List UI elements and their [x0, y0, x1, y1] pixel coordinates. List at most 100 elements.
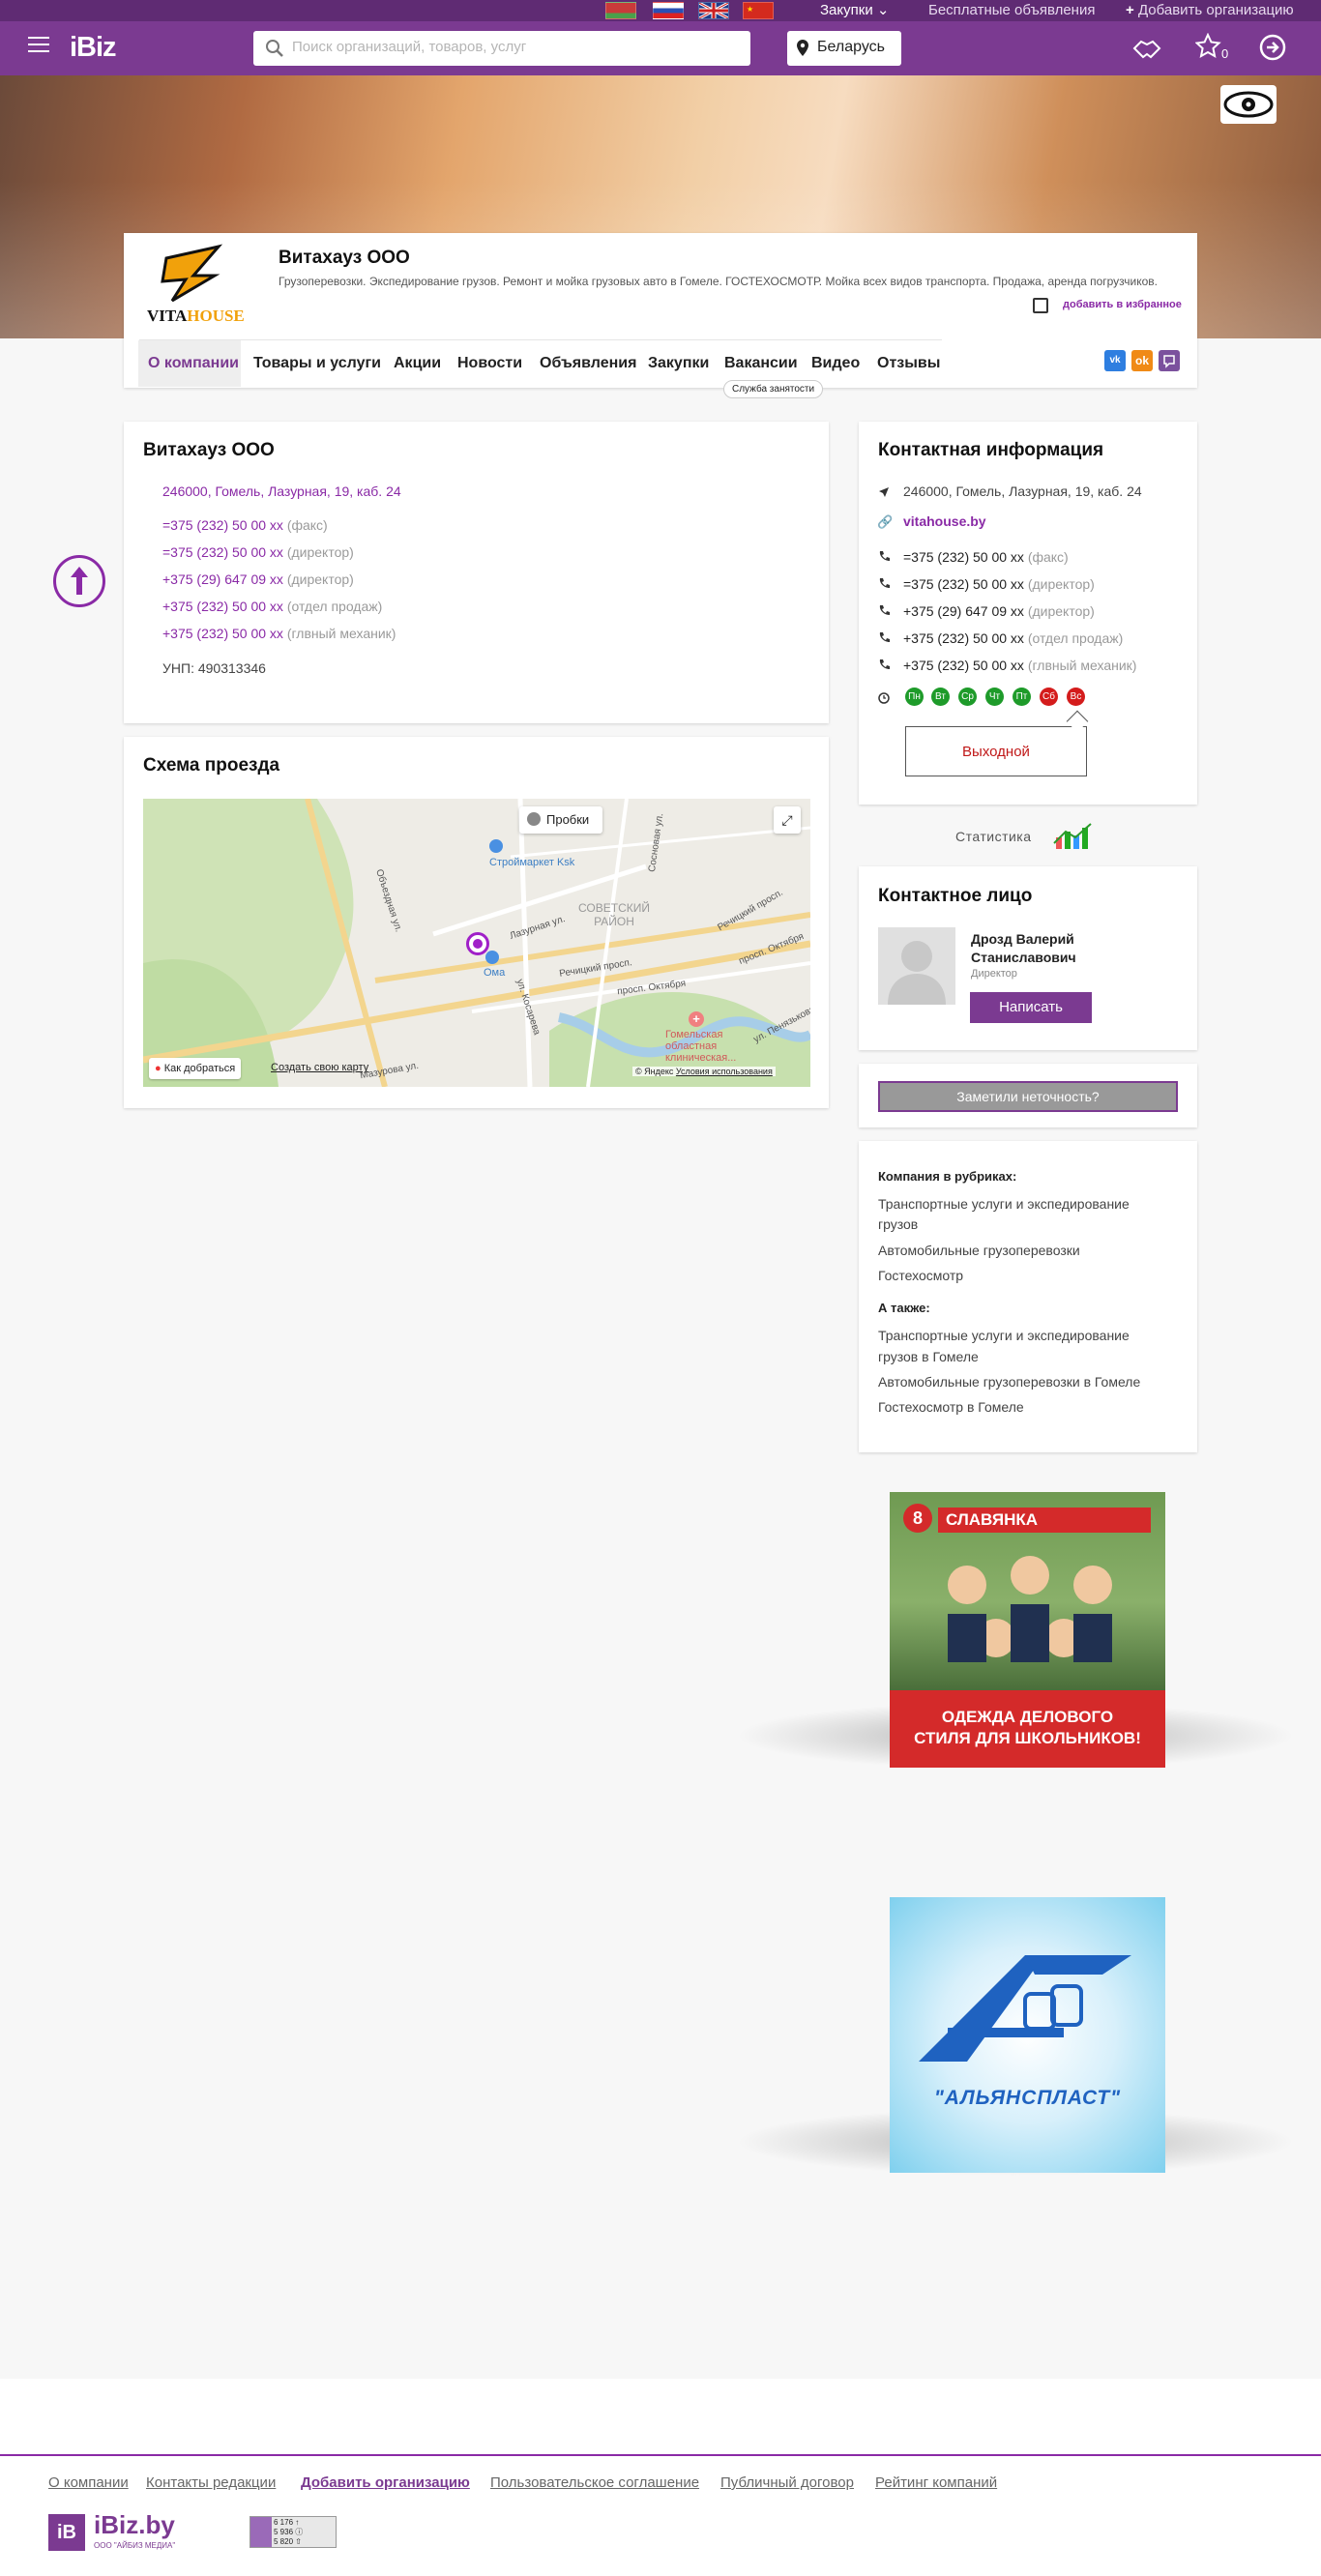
avatar — [878, 927, 955, 1005]
phone-note: (отдел продаж) — [1027, 630, 1124, 646]
phone-note: (глвный механик) — [1027, 658, 1137, 673]
scroll-up-button[interactable] — [53, 555, 105, 607]
free-ads-link[interactable]: Бесплатные объявления — [928, 2, 1095, 19]
counter-line: 5 820 ⇧ — [274, 2537, 302, 2546]
contact-person-position: Директор — [971, 968, 1017, 980]
footer-link-add-org[interactable]: Добавить организацию — [301, 2474, 470, 2491]
phone-icon — [878, 658, 890, 675]
write-button[interactable]: Написать — [970, 992, 1092, 1023]
footer-link-contacts[interactable]: Контакты редакции — [146, 2474, 276, 2491]
vk-icon[interactable]: vk — [1104, 350, 1126, 371]
phone-note: (директор) — [286, 571, 354, 587]
company-location-marker[interactable] — [466, 932, 489, 955]
arrow-up-icon — [71, 567, 88, 595]
rubric-link[interactable]: Транспортные услуги и экспедирование — [878, 1196, 1130, 1212]
map-title: Схема проезда — [143, 755, 280, 776]
also-heading: А также: — [878, 1301, 930, 1315]
traffic-button[interactable]: Пробки — [519, 806, 602, 834]
phone-icon — [878, 576, 890, 594]
create-map-link[interactable]: Создать свою карту — [271, 1062, 368, 1073]
favorites-star-icon[interactable] — [1194, 32, 1224, 67]
day-thu: Чт — [985, 688, 1004, 706]
fullscreen-icon[interactable]: ⤢ — [774, 806, 801, 834]
location-pin-icon — [797, 40, 808, 62]
visit-counter[interactable]: 6 176 ↑ 5 936 ⓘ 5 820 ⇧ — [250, 2516, 337, 2548]
also-link[interactable]: грузов в Гомеле — [878, 1349, 979, 1364]
map-terms-link[interactable]: Условия использования — [676, 1067, 773, 1076]
yandex-copyright: © Яндекс — [635, 1067, 674, 1076]
tab-news[interactable]: Новости — [457, 340, 522, 387]
employment-service-tooltip: Служба занятости — [723, 380, 824, 398]
also-link[interactable]: Автомобильные грузоперевозки в Гомеле — [878, 1374, 1140, 1390]
footer-link-rating[interactable]: Рейтинг компаний — [875, 2474, 997, 2491]
phone-note: (факс) — [1027, 549, 1069, 565]
about-phone-sales: +375 (232) 50 00 xx (отдел продаж) — [162, 599, 382, 614]
add-org-top-link[interactable]: + Добавить организацию — [1126, 2, 1294, 19]
footer-logo-sub: ООО "АЙБИЗ МЕДИА" — [94, 2541, 176, 2550]
traffic-light-icon — [527, 812, 541, 826]
footer-link-contract[interactable]: Публичный договор — [720, 2474, 854, 2491]
tab-products[interactable]: Товары и услуги — [253, 340, 381, 387]
view-eye-icon[interactable] — [1220, 85, 1277, 124]
about-phone-mechanic: +375 (232) 50 00 xx (глвный механик) — [162, 626, 396, 641]
viber-icon[interactable] — [1159, 350, 1180, 371]
phone-number[interactable]: +375 (29) 647 09 xx — [162, 571, 283, 587]
hospital-line: областная — [665, 1040, 718, 1052]
phone-icon — [878, 603, 890, 621]
add-to-favorites-label[interactable]: добавить в избранное — [1063, 299, 1182, 310]
purchases-dropdown[interactable]: Закупки ⌄ — [820, 2, 889, 19]
phone-number[interactable]: =375 (232) 50 00 xx — [903, 549, 1024, 565]
about-address[interactable]: 246000, Гомель, Лазурная, 19, каб. 24 — [162, 483, 401, 499]
ad-brand: СЛАВЯНКА — [938, 1508, 1151, 1533]
ad-alliansplast-banner[interactable]: "АЛЬЯНСПЛАСТ" — [890, 1897, 1165, 2173]
footer-link-about[interactable]: О компании — [48, 2474, 129, 2491]
statistics-link[interactable]: Статистика — [955, 829, 1032, 844]
flag-russia-icon[interactable] — [653, 2, 684, 19]
phone-number[interactable]: +375 (232) 50 00 xx — [162, 599, 283, 614]
footer-logo-box[interactable]: iB — [48, 2514, 85, 2551]
phone-number[interactable]: +375 (232) 50 00 xx — [903, 630, 1024, 646]
odnoklassniki-icon[interactable]: ok — [1131, 350, 1153, 371]
contact-info-title: Контактная информация — [878, 440, 1104, 460]
tab-video[interactable]: Видео — [811, 340, 860, 387]
phone-number[interactable]: +375 (232) 50 00 xx — [162, 626, 283, 641]
tab-ads[interactable]: Объявления — [540, 340, 636, 387]
site-logo[interactable]: iBiz — [70, 32, 117, 64]
also-link[interactable]: Транспортные услуги и экспедирование — [878, 1328, 1130, 1343]
phone-number[interactable]: =375 (232) 50 00 xx — [162, 517, 283, 533]
phone-number[interactable]: =375 (232) 50 00 xx — [903, 576, 1024, 592]
ad-slavyanka-banner[interactable]: 8 СЛАВЯНКА ОДЕЖДА ДЕЛОВОГО СТИЛЯ ДЛЯ ШКОЛ… — [890, 1492, 1165, 1768]
handshake-icon[interactable] — [1131, 35, 1162, 67]
unp-number: УНП: 490313346 — [162, 660, 266, 676]
day-sun: Вс — [1067, 688, 1085, 706]
phone-note: (факс) — [286, 517, 328, 533]
route-button[interactable]: ● Как добраться — [149, 1058, 242, 1079]
favorite-checkbox[interactable] — [1033, 298, 1048, 313]
footer-link-agreement[interactable]: Пользовательское соглашение — [490, 2474, 699, 2491]
logo-text-vita: VITA — [147, 307, 188, 325]
rubric-link[interactable]: Автомобильные грузоперевозки — [878, 1243, 1080, 1258]
phone-number[interactable]: +375 (232) 50 00 xx — [903, 658, 1024, 673]
login-icon[interactable] — [1259, 34, 1286, 66]
map-label-district: СОВЕТСКИЙ РАЙОН — [578, 901, 650, 928]
rubric-link[interactable]: грузов — [878, 1216, 918, 1232]
website-link[interactable]: vitahouse.by — [903, 513, 986, 529]
tab-about[interactable]: О компании — [148, 340, 239, 387]
report-inaccuracy-button[interactable]: Заметили неточность? — [878, 1081, 1178, 1112]
flag-uk-icon[interactable] — [698, 1, 729, 20]
phone-number[interactable]: =375 (232) 50 00 xx — [162, 544, 283, 560]
tab-reviews[interactable]: Отзывы — [877, 340, 940, 387]
tab-purchases[interactable]: Закупки — [648, 340, 709, 387]
flag-belarus-icon[interactable] — [605, 2, 636, 19]
shop-pin-icon — [485, 951, 499, 964]
yandex-map[interactable]: Пробки ⤢ Строймаркет Ksk СОВЕТСКИЙ РАЙОН … — [143, 799, 810, 1087]
about-phone-director: =375 (232) 50 00 xx (директор) — [162, 544, 354, 560]
statistics-chart-icon[interactable] — [1052, 820, 1097, 856]
flag-china-icon[interactable]: ★ — [743, 2, 774, 19]
rubric-link[interactable]: Гостехосмотр — [878, 1268, 963, 1283]
also-link[interactable]: Гостехосмотр в Гомеле — [878, 1399, 1024, 1415]
tab-promotions[interactable]: Акции — [394, 340, 441, 387]
footer-logo-text[interactable]: iBiz.by — [94, 2510, 175, 2540]
phone-number[interactable]: +375 (29) 647 09 xx — [903, 603, 1024, 619]
menu-icon[interactable] — [28, 37, 49, 54]
